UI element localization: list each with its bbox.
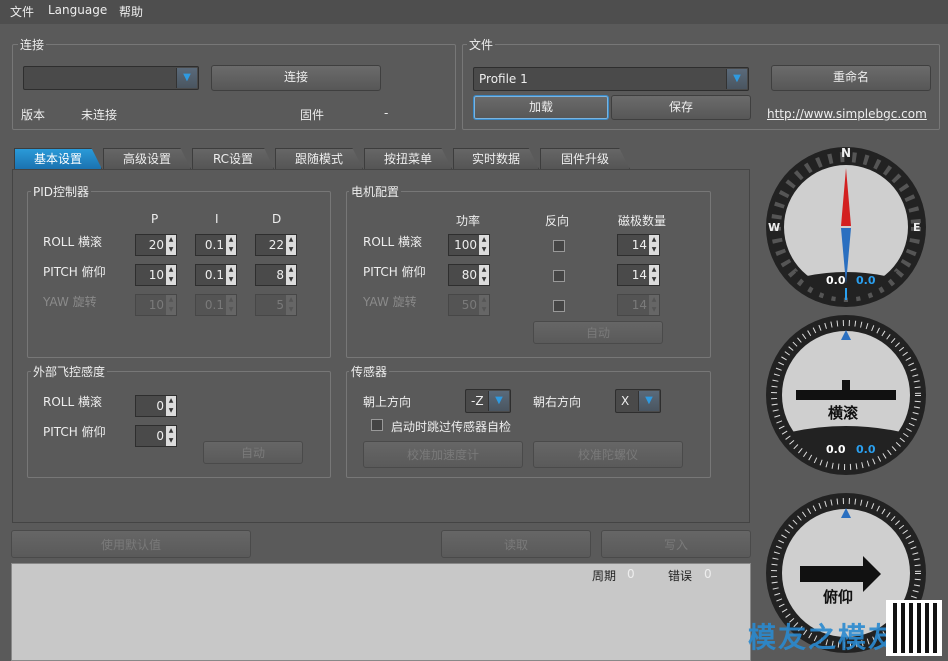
chevron-down-icon: ▼ — [638, 391, 659, 411]
right-direction-label: 朝右方向 — [533, 395, 582, 409]
up-direction-select[interactable]: -Z ▼ — [465, 389, 511, 413]
compass-gauge: N W E 0.0 0.0 — [765, 146, 927, 308]
pid-yaw-i: 0.1 ▲ ▼ — [195, 294, 237, 316]
pid-header-p: P — [151, 212, 159, 226]
pid-roll-p[interactable]: 20 ▲ ▼ — [135, 234, 177, 256]
compass-north: N — [841, 146, 852, 160]
motor-header-power: 功率 — [456, 214, 481, 228]
website-link[interactable]: http://www.simplebgc.com — [767, 107, 927, 121]
chevron-down-icon: ▼ — [176, 68, 197, 88]
pid-title: PID控制器 — [31, 183, 92, 200]
pid-roll-i[interactable]: 0.1 ▲ ▼ — [195, 234, 237, 256]
log-area — [11, 563, 751, 661]
pid-pitch-p[interactable]: 10 ▲ ▼ — [135, 264, 177, 286]
file-title: 文件 — [467, 36, 496, 53]
compass-west: W — [768, 221, 781, 234]
roll-gauge-label: 横滚 — [828, 404, 859, 422]
connection-title: 连接 — [18, 36, 47, 53]
save-button[interactable]: 保存 — [611, 95, 751, 120]
tab-basic[interactable]: 基本设置 — [14, 148, 102, 169]
roll-value-1: 0.0 — [826, 443, 846, 456]
motor-auto-button[interactable]: 自动 — [533, 321, 663, 344]
menu-language[interactable]: Language — [48, 3, 107, 17]
motor-yaw-poles: 14 ▲ ▼ — [617, 294, 660, 316]
version-value: 未连接 — [81, 108, 118, 122]
motor-roll-power[interactable]: 100 ▲ ▼ — [448, 234, 490, 256]
motor-yaw-power: 50 ▲ ▼ — [448, 294, 490, 316]
chevron-down-icon: ▼ — [488, 391, 509, 411]
version-label: 版本 — [21, 108, 46, 122]
tab-advanced[interactable]: 高级设置 — [103, 148, 191, 169]
connect-button[interactable]: 连接 — [211, 65, 381, 91]
motor-roll-label: ROLL 横滚 — [363, 235, 422, 249]
menu-bar: 文件 Language 帮助 — [0, 0, 948, 24]
ext-auto-button[interactable]: 自动 — [203, 441, 303, 464]
motor-pitch-power[interactable]: 80 ▲ ▼ — [448, 264, 490, 286]
motor-title: 电机配置 — [349, 183, 402, 200]
rename-button[interactable]: 重命名 — [771, 65, 931, 91]
firmware-value: - — [384, 106, 389, 120]
skip-selftest-checkbox[interactable] — [371, 419, 383, 431]
error-value: 0 — [704, 567, 712, 581]
cycle-label: 周期 — [592, 569, 617, 583]
motor-header-reverse: 反向 — [545, 214, 570, 228]
tab-realtime[interactable]: 实时数据 — [453, 148, 539, 169]
motor-pitch-poles[interactable]: 14 ▲ ▼ — [617, 264, 660, 286]
port-select[interactable]: ▼ — [23, 66, 199, 90]
use-defaults-button[interactable]: 使用默认值 — [11, 530, 251, 558]
motor-roll-poles[interactable]: 14 ▲ ▼ — [617, 234, 660, 256]
menu-help[interactable]: 帮助 — [119, 3, 143, 20]
profile-select[interactable]: Profile 1 ▼ — [473, 67, 749, 91]
ext-pitch-input[interactable]: 0 ▲ ▼ — [135, 425, 177, 447]
pid-roll-label: ROLL 横滚 — [43, 235, 102, 249]
write-button[interactable]: 写入 — [601, 530, 751, 558]
calibrate-gyro-button[interactable]: 校准陀螺仪 — [533, 441, 683, 468]
error-label: 错误 — [668, 569, 693, 583]
motor-header-poles: 磁极数量 — [618, 214, 667, 228]
sensor-title: 传感器 — [349, 363, 390, 380]
calibrate-accelerometer-button[interactable]: 校准加速度计 — [363, 441, 523, 468]
load-button[interactable]: 加载 — [473, 95, 609, 120]
firmware-label: 固件 — [300, 108, 325, 122]
tab-rc[interactable]: RC设置 — [192, 148, 274, 169]
pid-pitch-d[interactable]: 8 ▲ ▼ — [255, 264, 297, 286]
pid-roll-d[interactable]: 22 ▲ ▼ — [255, 234, 297, 256]
right-direction-select[interactable]: X ▼ — [615, 389, 661, 413]
ext-roll-label: ROLL 横滚 — [43, 395, 102, 409]
up-direction-label: 朝上方向 — [363, 395, 412, 409]
motor-roll-reverse-checkbox[interactable] — [553, 240, 565, 252]
pid-header-i: I — [215, 212, 219, 226]
motor-pitch-label: PITCH 俯仰 — [363, 265, 426, 279]
pid-pitch-label: PITCH 俯仰 — [43, 265, 106, 279]
compass-value-2: 0.0 — [856, 274, 876, 287]
pid-yaw-p: 10 ▲ ▼ — [135, 294, 177, 316]
skip-selftest-label: 启动时跳过传感器自检 — [391, 420, 512, 434]
watermark: 模友之模友 — [748, 621, 899, 654]
ext-gain-title: 外部飞控感度 — [31, 363, 108, 380]
read-button[interactable]: 读取 — [441, 530, 591, 558]
motor-pitch-reverse-checkbox[interactable] — [553, 270, 565, 282]
ext-pitch-label: PITCH 俯仰 — [43, 425, 106, 439]
tab-firmware[interactable]: 固件升级 — [540, 148, 630, 169]
chevron-down-icon: ▼ — [726, 69, 747, 89]
pid-yaw-d: 5 ▲ ▼ — [255, 294, 297, 316]
menu-file[interactable]: 文件 — [10, 3, 34, 20]
motor-yaw-label: YAW 旋转 — [363, 295, 417, 309]
compass-value-1: 0.0 — [826, 274, 846, 287]
ext-roll-input[interactable]: 0 ▲ ▼ — [135, 395, 177, 417]
pid-yaw-label: YAW 旋转 — [43, 295, 97, 309]
tab-follow[interactable]: 跟随模式 — [275, 148, 363, 169]
compass-east: E — [913, 221, 921, 234]
tab-button-menu[interactable]: 按扭菜单 — [364, 148, 452, 169]
pid-header-d: D — [272, 212, 282, 226]
qr-code-icon — [886, 600, 942, 656]
roll-value-2: 0.0 — [856, 443, 876, 456]
pid-pitch-i[interactable]: 0.1 ▲ ▼ — [195, 264, 237, 286]
roll-gauge: 横滚 0.0 0.0 — [765, 314, 927, 476]
cycle-value: 0 — [627, 567, 635, 581]
pitch-gauge-label: 俯仰 — [823, 588, 854, 606]
motor-yaw-reverse-checkbox[interactable] — [553, 300, 565, 312]
